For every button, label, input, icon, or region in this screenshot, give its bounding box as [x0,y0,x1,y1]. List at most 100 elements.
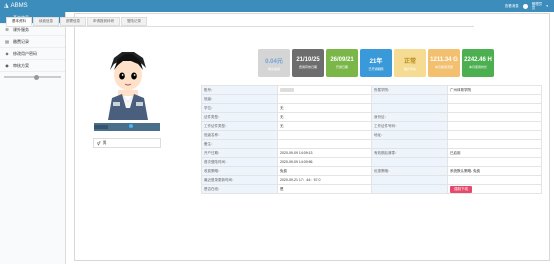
field-label [371,157,448,167]
masked-value [280,87,294,92]
force-offline-button[interactable]: 强制下线 [450,185,472,193]
tab-login-history[interactable]: 登陆记录 [121,17,147,26]
field-label: 身份证： [371,112,448,122]
summary-card-value: 21/10/25 [296,57,320,63]
field-label-text: 证件类型： [204,114,222,119]
field-value: 2020-09-09 14:09:13 [277,148,372,158]
summary-card: 21/10/25 费用有效日期 [292,49,324,77]
field-label-text: 有效期后清零： [374,150,399,155]
app-title: ABMS [10,2,28,9]
user-avatar-icon[interactable] [522,3,528,9]
summary-card-label: 本月使用时长 [468,65,487,69]
sidebar-item-change-password[interactable]: ◈ 修改用户密码 [0,48,65,60]
field-value: 无 [277,121,372,131]
field-label: 工作证件号码： [371,121,448,131]
sidebar-item-label: 课外服务 [13,26,29,32]
field-label: 班级名称： [201,130,278,140]
field-value: 是 [277,184,372,194]
user-menu[interactable]: 管理员 员 [532,2,543,10]
field-label-text: 最近登录更新时间： [204,177,236,182]
field-value [447,103,542,113]
field-value-text: 无 [280,123,284,128]
field-label: 地址： [371,130,448,140]
tab-department-info[interactable]: 部寮信息 [60,17,86,26]
field-value: 2020-09-21 17：44：57.0 [277,175,372,185]
summary-card-label: 开通日期 [335,65,348,69]
field-value [277,94,372,104]
profile-tabs: 基本资料 续费信息 部寮信息 申请报到科研 登陆记录 [6,17,147,26]
audit-icon: ◉ [5,63,9,68]
sidebar-slider[interactable] [4,74,61,80]
strip-left-block [94,125,108,129]
field-label-text: 地址： [374,132,385,137]
field-value-text: 2020-09-09 14:09:56 [280,160,313,164]
app-brand[interactable]: ◮ ABMS [4,2,28,10]
field-label-text: 班级名称： [204,132,222,137]
field-label: 最近登录更新时间： [201,175,278,185]
field-value-text: 2020-09-21 17：44：57.0 [280,177,321,182]
table-row: 开户日期： 2020-09-09 14:09:13 有效期后清零： 已启用 [201,148,542,158]
chevron-down-icon[interactable]: ▾ [546,4,548,8]
field-value [277,85,372,95]
field-value [447,112,542,122]
field-label: 工作证件类型： [201,121,278,131]
summary-card-value: 21年 [369,58,383,65]
field-label-text: 收费策略： [204,168,222,173]
gender-value: 男 [102,140,107,145]
summary-card-value: 26/09/21 [330,57,354,63]
summary-card: 1211.34 G 本月使用流量 [428,49,460,77]
summary-card: 26/09/21 开通日期 [326,49,358,77]
field-value: 广州体育学院 [447,85,542,95]
summary-card-label: 已开通期限 [368,66,384,71]
summary-card-value: 0.04元 [265,58,283,65]
field-value [447,175,542,185]
table-row: 收费策略： 免费 优惠策略： 系统默认策略- 免费 [201,166,542,176]
field-label-text: 学位： [204,105,215,110]
sidebar-item-payments[interactable]: ▤ 缴费记录 [0,36,65,48]
tabs-divider [6,26,474,27]
tab-application[interactable]: 申请报到科研 [87,17,120,26]
sidebar-item-audit[interactable]: ◉ 审核方案 [0,60,65,72]
sidebar-item-label: 修改用户密码 [13,50,37,56]
field-value: 无 [277,103,372,113]
field-label: 证件类型： [201,112,278,122]
lock-icon: ◈ [5,51,9,56]
field-label [371,139,448,149]
male-female-icon: ⚥ [97,140,101,146]
messages-link[interactable]: 查看消息 [505,4,519,9]
profile-photo [98,46,158,120]
field-value-text: 已启用 [450,150,461,155]
summary-card-label: 剩余金额 [267,66,280,71]
field-value: 已启用 [447,148,542,158]
field-label: 备注： [201,139,278,149]
field-label-text: 工作证件号码： [374,123,399,128]
field-value: 无 [277,112,372,122]
brand-icon: ◮ [4,3,9,9]
summary-card-label: 费用有效日期 [298,65,317,69]
field-label [371,103,448,113]
table-row: 账号： 所属学院： 广州体育学院 [201,85,542,95]
field-value [447,130,542,140]
field-label: 账号： [201,85,278,95]
field-label-text: 班级： [204,96,215,101]
summary-cards: 0.04元 剩余金额 21/10/25 费用有效日期 26/09/21 开通日期 21年 已开… [258,49,494,77]
field-label-text: 身份证： [374,114,388,119]
summary-card: 正常 账户状态 [394,49,426,77]
table-row: 班级： [201,94,542,104]
sidebar-item-label: 审核方案 [13,62,29,68]
status-dot-icon [129,124,133,128]
tab-basic-info[interactable]: 基本资料 [6,17,32,26]
field-label: 首次登陆时间： [201,157,278,167]
field-label [371,184,448,194]
summary-card-value: 2242.46 H [464,57,492,63]
field-value [447,139,542,149]
profile-status-strip [94,123,160,131]
slider-knob[interactable] [34,74,39,80]
tab-renewal-info[interactable]: 续费信息 [33,17,59,26]
field-value-text: 2020-09-09 14:09:13 [280,151,313,155]
summary-card: 2242.46 H 本月使用时长 [462,49,494,77]
table-row: 班级名称： 地址： [201,130,542,140]
field-label: 有效期后清零： [371,148,448,158]
field-value-text: 无 [280,114,284,119]
list-icon: ☰ [5,27,9,32]
